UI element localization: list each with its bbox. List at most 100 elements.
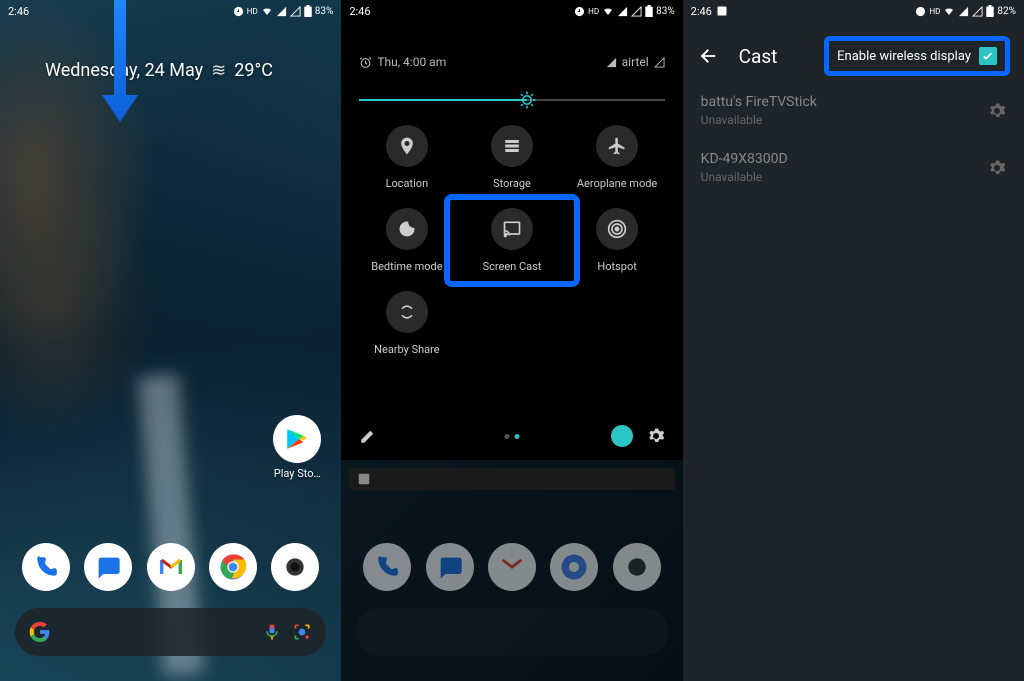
tile-label: Screen Cast bbox=[483, 260, 542, 273]
enable-wireless-display-toggle[interactable]: Enable wireless display bbox=[824, 36, 1010, 76]
status-bar: 2:46 HD 82% bbox=[683, 0, 1024, 22]
user-avatar[interactable] bbox=[611, 425, 633, 447]
chrome-app[interactable] bbox=[209, 543, 257, 591]
phone-app[interactable] bbox=[22, 543, 70, 591]
location-tile[interactable]: Location bbox=[359, 125, 454, 190]
status-icons: HD 83% bbox=[574, 5, 675, 17]
storage-icon bbox=[503, 137, 521, 155]
messages-app-dimmed bbox=[426, 543, 474, 591]
quick-settings-grid: Location Storage Aeroplane mode Bedtime … bbox=[359, 125, 664, 356]
google-logo-icon bbox=[29, 621, 51, 643]
checkmark-icon bbox=[981, 50, 994, 63]
device-name: KD-49X8300D bbox=[701, 151, 788, 167]
signal-icon-2 bbox=[631, 6, 642, 17]
temperature: 29°C bbox=[234, 60, 273, 81]
hd-indicator: HD bbox=[588, 7, 599, 16]
brightness-thumb-icon[interactable] bbox=[517, 90, 537, 110]
edit-icon[interactable] bbox=[359, 427, 377, 445]
play-store-label: Play Sto… bbox=[273, 467, 321, 480]
chrome-app-dimmed bbox=[550, 543, 598, 591]
phone-app-dimmed bbox=[363, 543, 411, 591]
brightness-track bbox=[359, 99, 664, 101]
tile-label: Bedtime mode bbox=[371, 260, 442, 273]
nearby-share-icon bbox=[397, 302, 417, 322]
cast-icon bbox=[502, 219, 522, 239]
dock bbox=[0, 543, 341, 591]
hotspot-icon bbox=[607, 219, 627, 239]
status-time: 2:46 bbox=[8, 5, 29, 18]
signal-icon-2 bbox=[290, 6, 301, 17]
alarm-icon bbox=[359, 56, 372, 69]
wifi-icon bbox=[261, 5, 273, 17]
cast-device-list: battu's FireTVStick Unavailable KD-49X83… bbox=[683, 82, 1024, 196]
checkbox-checked[interactable] bbox=[979, 47, 997, 65]
signal-icon bbox=[617, 6, 628, 17]
storage-tile[interactable]: Storage bbox=[464, 125, 559, 190]
cast-device-item[interactable]: battu's FireTVStick Unavailable bbox=[683, 82, 1024, 139]
device-name: battu's FireTVStick bbox=[701, 94, 817, 110]
device-settings-gear-icon[interactable] bbox=[988, 159, 1006, 177]
tile-label: Aeroplane mode bbox=[577, 177, 657, 190]
gmail-app[interactable] bbox=[147, 543, 195, 591]
gmail-app-dimmed bbox=[488, 543, 536, 591]
notification-shade-bar[interactable] bbox=[349, 468, 674, 490]
wifi-icon bbox=[943, 5, 955, 17]
battery-percent: 82% bbox=[997, 6, 1016, 17]
cast-device-item[interactable]: KD-49X8300D Unavailable bbox=[683, 139, 1024, 196]
page-indicator bbox=[504, 434, 519, 439]
device-status: Unavailable bbox=[701, 113, 817, 127]
battery-icon bbox=[645, 5, 653, 17]
battery-icon bbox=[986, 5, 994, 17]
status-time: 2:46 bbox=[691, 5, 712, 18]
cast-header: Cast Enable wireless display bbox=[683, 32, 1024, 80]
messages-app[interactable] bbox=[84, 543, 132, 591]
signal-icon bbox=[958, 6, 969, 17]
device-settings-gear-icon[interactable] bbox=[988, 102, 1006, 120]
location-icon bbox=[397, 136, 417, 156]
date-weather-widget[interactable]: Wednesday, 24 May ≋ 29°C bbox=[45, 60, 273, 81]
signal-icon-2 bbox=[654, 57, 665, 68]
google-lens-icon[interactable] bbox=[292, 622, 312, 642]
qs-footer bbox=[359, 425, 664, 447]
tile-label: Hotspot bbox=[597, 260, 636, 273]
status-time: 2:46 bbox=[349, 5, 370, 18]
play-store-icon bbox=[273, 415, 321, 463]
device-status: Unavailable bbox=[701, 170, 788, 184]
page-title: Cast bbox=[739, 45, 805, 68]
mic-icon[interactable] bbox=[262, 622, 282, 642]
alarm-icon bbox=[233, 6, 244, 17]
status-bar: 2:46 HD 83% bbox=[0, 0, 341, 22]
hd-indicator: HD bbox=[929, 7, 940, 16]
camera-app[interactable] bbox=[271, 543, 319, 591]
alarm-icon bbox=[915, 6, 926, 17]
alarm-time: Thu, 4:00 am bbox=[377, 55, 446, 69]
tile-label: Storage bbox=[493, 177, 531, 190]
aeroplane-icon bbox=[607, 136, 627, 156]
hotspot-tile[interactable]: Hotspot bbox=[570, 208, 665, 273]
carrier-name: airtel bbox=[622, 55, 649, 69]
weather-icon: ≋ bbox=[211, 60, 226, 81]
back-arrow-icon[interactable] bbox=[697, 45, 719, 67]
swipe-down-arrow-annotation bbox=[100, 0, 140, 125]
signal-icon-2 bbox=[972, 6, 983, 17]
quick-settings-panel: 2:46 HD 83% Thu, 4:00 am airtel bbox=[341, 0, 682, 681]
brightness-slider[interactable] bbox=[359, 88, 664, 112]
settings-gear-icon[interactable] bbox=[647, 427, 665, 445]
dot-active bbox=[514, 434, 519, 439]
home-screen-panel: 2:46 HD 83% Wednesday, 24 May ≋ 29°C Pla… bbox=[0, 0, 341, 681]
carrier-indicator: airtel bbox=[606, 55, 665, 69]
bedtime-mode-tile[interactable]: Bedtime mode bbox=[359, 208, 454, 273]
camera-app-dimmed bbox=[613, 543, 661, 591]
signal-icon bbox=[606, 57, 617, 68]
status-icons: HD 83% bbox=[233, 5, 334, 17]
signal-icon bbox=[276, 6, 287, 17]
aeroplane-mode-tile[interactable]: Aeroplane mode bbox=[570, 125, 665, 190]
alarm-indicator[interactable]: Thu, 4:00 am bbox=[359, 55, 446, 69]
dot bbox=[504, 434, 509, 439]
screen-cast-tile[interactable]: Screen Cast bbox=[444, 194, 579, 287]
google-search-bar[interactable] bbox=[15, 608, 326, 656]
status-bar: 2:46 HD 83% bbox=[341, 0, 682, 22]
dimmed-search-bar bbox=[356, 608, 667, 656]
nearby-share-tile[interactable]: Nearby Share bbox=[359, 291, 454, 356]
play-store-app[interactable]: Play Sto… bbox=[273, 415, 321, 480]
